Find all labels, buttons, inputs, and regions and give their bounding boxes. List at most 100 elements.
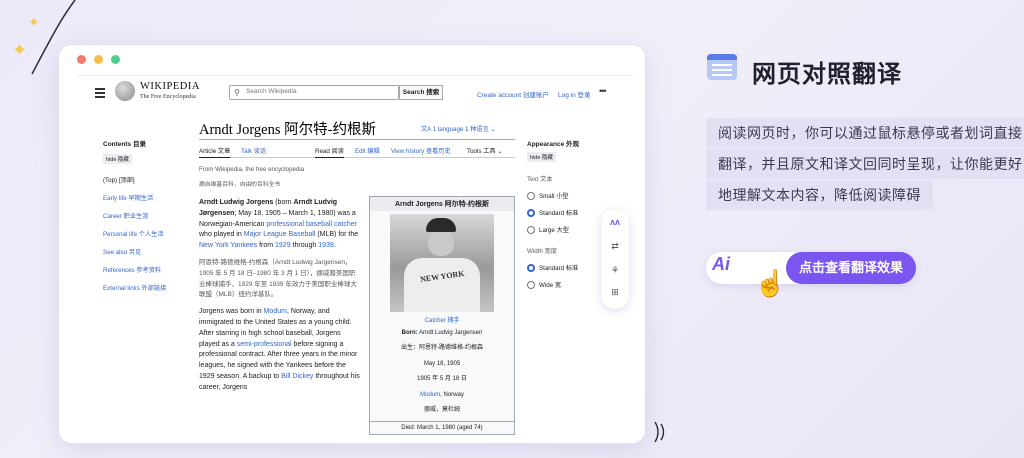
radio-label: Small 小型 <box>539 193 569 200</box>
infobox-title: Arndt Jorgens 阿尔特-约根斯 <box>370 197 514 211</box>
wikipedia-globe-logo[interactable] <box>115 81 135 101</box>
toc-hide-button[interactable]: hide 隐藏 <box>103 154 132 164</box>
sparkle-icon: ✦ <box>28 14 40 30</box>
photo-cap <box>426 218 456 232</box>
appearance-hide-button[interactable]: hide 隐藏 <box>527 152 556 162</box>
translate-hover-icon[interactable]: ⇄ <box>607 241 623 255</box>
text: (born <box>273 199 294 206</box>
language-label: 1 language 1 种语言 <box>432 126 489 133</box>
photo-face <box>428 230 454 256</box>
translate-icon: 文A <box>421 126 433 133</box>
language-button[interactable]: 文A 1 language 1 种语言 ⌄ <box>421 124 496 133</box>
link-professional-baseball-catcher[interactable]: professional baseball catcher <box>266 221 357 228</box>
login-link[interactable]: Log in 登录 <box>558 89 591 99</box>
toc-item[interactable]: Personal life 个人生活 <box>103 229 193 238</box>
link-1939[interactable]: 1939 <box>318 242 334 249</box>
pointer-hand-icon: ☝ <box>754 268 787 298</box>
tab-read[interactable]: Read 阅读 <box>315 146 344 158</box>
create-account-link[interactable]: Create account 创建账户 <box>477 89 549 99</box>
grid-icon[interactable]: ⊞ <box>607 287 623 301</box>
paragraph-1-translation: 阿恩特-路德维格-约根森（Arndt Ludwig Jargensen，1905… <box>199 258 357 299</box>
window-controls <box>77 55 120 64</box>
born-label: Born: <box>401 330 418 336</box>
infobox-birthplace-translated: 挪威，莫杜姆 <box>423 407 460 413</box>
radio-label: Standard 标准 <box>539 210 579 217</box>
toc-item[interactable]: See also 另见 <box>103 247 193 256</box>
cta-group: Ai 点击查看翻译效果 ☝ <box>706 248 916 298</box>
ai-logo-icon: Ai <box>712 254 730 274</box>
paragraph-2: Jorgens was born in Modum, Norway, and i… <box>199 307 361 393</box>
toc-item[interactable]: (Top) [顶部] <box>103 175 193 184</box>
link-new-york-yankees[interactable]: New York Yankees <box>199 242 257 249</box>
browser-window: WIKIPEDIA The Free Encyclopedia ⚲ Search… <box>58 44 646 444</box>
birthplace-country: , Norway <box>440 392 464 398</box>
maximize-dot[interactable] <box>111 55 120 64</box>
radio-label: Large 大型 <box>539 227 569 234</box>
tab-tools[interactable]: Tools 工具 ⌄ <box>467 146 502 155</box>
toc-item[interactable]: External links 外部链接 <box>103 283 193 292</box>
radio-label: Standard 标准 <box>539 265 579 272</box>
search-button[interactable]: Search 搜索 <box>399 85 443 100</box>
more-options-icon[interactable]: ••• <box>599 86 607 96</box>
text-size-label: Text 文本 <box>527 176 553 183</box>
view-translation-button[interactable]: 点击查看翻译效果 <box>786 252 916 284</box>
radio-button[interactable] <box>527 225 535 234</box>
toc-title: Contents 目录 <box>103 141 146 148</box>
minimize-dot[interactable] <box>94 55 103 64</box>
link-bill-dickey[interactable]: Bill Dickey <box>281 373 313 380</box>
search-placeholder: Search Wikipedia <box>246 88 297 95</box>
toc-item[interactable]: Early life 早期生活 <box>103 193 193 202</box>
infobox-birthplace: Modum, Norway <box>370 392 514 398</box>
player-photo[interactable]: NEW YORK <box>390 214 494 312</box>
radio-button-selected[interactable] <box>527 208 535 217</box>
table-of-contents: Contents 目录 hide 隐藏 (Top) [顶部] Early lif… <box>103 138 193 292</box>
sparkle-icon: ✦ <box>12 40 28 60</box>
appearance-title: Appearance 外观 <box>527 141 580 148</box>
search-icon: ⚲ <box>234 88 240 97</box>
toc-item[interactable]: References 参考资料 <box>103 265 193 274</box>
wikipedia-page: WIKIPEDIA The Free Encyclopedia ⚲ Search… <box>77 75 633 435</box>
ai-logo-icon[interactable]: ᴧᴧ <box>607 217 623 231</box>
born-value: Arndt Ludvig Jargensen <box>418 330 483 336</box>
wikipedia-wordmark[interactable]: WIKIPEDIA <box>140 81 200 92</box>
tools-label: Tools 工具 <box>467 148 496 155</box>
link-semi-professional[interactable]: semi-professional <box>237 341 292 348</box>
decorative-wave <box>654 421 665 443</box>
search-input[interactable]: ⚲ Search Wikipedia <box>229 85 399 100</box>
link-1929[interactable]: 1929 <box>275 242 291 249</box>
bold-name: Arndt Ludwig Jorgens <box>199 199 274 206</box>
link-modum[interactable]: Modum <box>420 392 440 398</box>
radio-text-small[interactable]: Small 小型 <box>527 191 627 200</box>
infobox-died: Died: March 1, 1980 (aged 74) <box>370 421 514 434</box>
tab-article[interactable]: Article 文章 <box>199 146 231 158</box>
radio-label: Wide 宽 <box>539 282 562 289</box>
wikipedia-tagline: The Free Encyclopedia <box>140 94 196 100</box>
radio-button-selected[interactable] <box>527 263 535 272</box>
feature-description-line: 阅读网页时，你可以通过鼠标悬停或者划词直接 <box>706 118 1024 148</box>
tab-talk[interactable]: Talk 谈话 <box>241 146 266 155</box>
infobox-born: Born: Arndt Ludvig Jargensen <box>370 330 514 336</box>
photo-jersey <box>404 258 480 312</box>
feature-description-line: 翻译，并且原文和译文回同时呈现，让你能更好 <box>706 149 1024 179</box>
text: Jorgens was born in <box>199 308 264 316</box>
tab-edit[interactable]: Edit 编辑 <box>355 146 380 155</box>
article: Arndt Jorgens 阿尔特-约根斯 文A 1 language 1 种语… <box>199 118 515 435</box>
text: who played in <box>199 231 244 239</box>
radio-button[interactable] <box>527 280 535 289</box>
magic-wand-icon[interactable]: ⚘ <box>607 265 623 279</box>
infobox-birth-date-translated: 1905 年 5 月 18 日 <box>417 376 467 382</box>
wikipedia-header: WIKIPEDIA The Free Encyclopedia ⚲ Search… <box>77 76 633 110</box>
tab-view-history[interactable]: View history 查看历史 <box>391 146 451 155</box>
link-modum[interactable]: Modum <box>264 308 287 315</box>
link-major-league-baseball[interactable]: Major League Baseball <box>244 231 316 238</box>
close-dot[interactable] <box>77 55 86 64</box>
translation-toolbar: ᴧᴧ ⇄ ⚘ ⊞ <box>601 209 629 309</box>
toc-item[interactable]: Career 职业生涯 <box>103 211 193 220</box>
from-wikipedia-note-translated: 摘自维基百科，自由的百科全书 <box>199 182 281 188</box>
text: . <box>333 242 336 250</box>
web-page-icon <box>707 54 737 80</box>
menu-icon[interactable] <box>95 88 105 100</box>
infobox-caption[interactable]: Catcher 捕手 <box>370 315 514 324</box>
radio-button[interactable] <box>527 191 535 200</box>
paragraph-1: Arndt Ludwig Jorgens (born Arndt Ludvig … <box>199 198 361 252</box>
